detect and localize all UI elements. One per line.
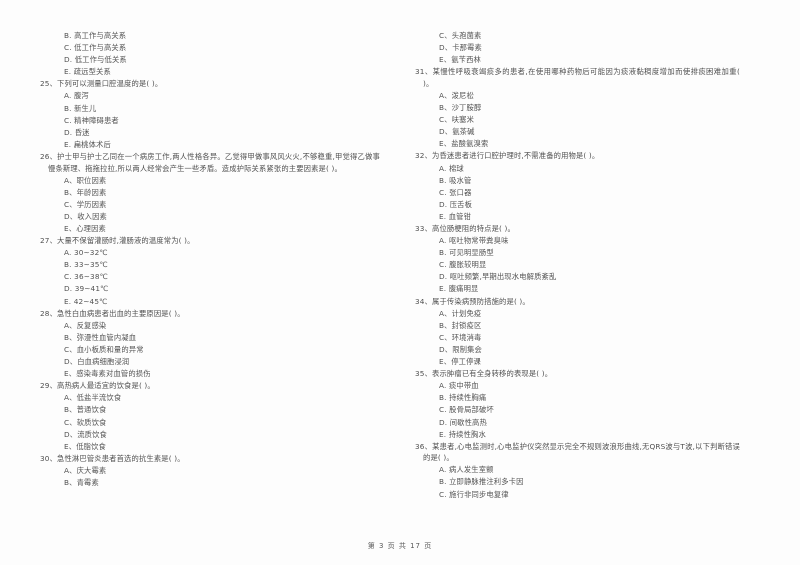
option-item: E、盐酸氨溴索 <box>439 139 489 149</box>
question-stem: 28、急性白血病患者出血的主要原因是( )。 <box>40 308 185 318</box>
question-30: 30、急性淋巴管炎患者首选的抗生素是( )。 A、庆大霉素 B、青霉素 <box>40 453 380 489</box>
option-item: D. 间歇性高热 <box>439 417 487 427</box>
option-item: B. 可见明显肠型 <box>439 248 494 258</box>
option-item: E. 疏远型关系 <box>64 67 111 77</box>
option-item: B、弥漫性血管内凝血 <box>64 332 137 342</box>
left-column: B. 高工作与高关系 C. 低工作与高关系 D. 低工作与低关系 E. 疏远型关… <box>40 30 390 520</box>
option-item: C. 精神障碍患者 <box>64 115 119 125</box>
option-item: C、头孢菌素 <box>439 31 482 40</box>
option-item: A、职位因素 <box>64 175 107 185</box>
option-item: A、庆大霉素 <box>64 465 107 475</box>
question-27: 27、大量不保留灌肠时,灌肠液的温度常为( )。 A. 30~32℃ B. 33… <box>40 235 380 307</box>
option-item: C、学历因素 <box>64 199 107 209</box>
option-item: C. 张口器 <box>439 187 472 197</box>
option-item: E、心理因素 <box>64 224 106 233</box>
option-item: B、普通饮食 <box>64 405 107 415</box>
option-item: D. 39~41℃ <box>64 284 109 294</box>
option-item: D、流质饮食 <box>64 429 108 439</box>
option-item: A. 30~32℃ <box>64 248 108 258</box>
option-item: A. 病人发生室颤 <box>439 465 494 475</box>
option-item: D. 压舌板 <box>439 199 473 209</box>
option-item: E. 持续性胸水 <box>439 429 486 439</box>
question-36: 36、某患者,心电监测时,心电监护仪突然显示完全不规则波浪形曲线,无QRS波与T… <box>415 441 740 500</box>
option-item: C、软质饮食 <box>64 417 107 427</box>
right-column: C、头孢菌素 D、卡那霉素 E、氨苄西林 31、某慢性呼吸衰竭痰多的患者,在使用… <box>390 30 740 520</box>
option-item: C. 股骨局部破坏 <box>439 405 494 415</box>
option-item: E. 腹痛明显 <box>439 284 479 294</box>
option-item: D. 呕吐频繁,早期出现水电解质紊乱 <box>439 272 557 282</box>
option-item: D、限制集会 <box>439 344 483 354</box>
question-35: 35、表示肿瘤已有全身转移的表现是( )。 A. 痰中带血 B. 持续性胸痛 C… <box>415 368 740 440</box>
option-item: A、计划免疫 <box>439 308 482 318</box>
option-item: E. 42~45℃ <box>64 296 108 306</box>
question-32: 32、为昏迷患者进行口腔护理时,不需准备的用物是( )。 A. 棉球 B. 吸水… <box>415 150 740 222</box>
option-item: A. 棉球 <box>439 163 464 173</box>
exam-page: B. 高工作与高关系 C. 低工作与高关系 D. 低工作与低关系 E. 疏远型关… <box>0 0 800 565</box>
option-item: E、低脂饮食 <box>64 441 106 451</box>
option-item: C. 36~38℃ <box>64 272 108 282</box>
question-25: 25、下列可以测量口腔温度的是( )。 A. 腹泻 B. 新生儿 C. 精神障碍… <box>40 78 380 150</box>
option-item: A. 呕吐物常带粪臭味 <box>439 236 509 246</box>
carryover-options-right: C、头孢菌素 D、卡那霉素 E、氨苄西林 <box>415 30 740 66</box>
option-item: C. 腹胀较明显 <box>439 260 487 270</box>
question-stem: 29、高热病人最适宜的饮食是( )。 <box>40 381 155 391</box>
page-columns: B. 高工作与高关系 C. 低工作与高关系 D. 低工作与低关系 E. 疏远型关… <box>0 0 800 520</box>
option-item: A、泼尼松 <box>439 90 474 100</box>
option-item: E、氨苄西林 <box>439 55 481 65</box>
option-item: C、呋塞米 <box>439 115 475 125</box>
page-footer: 第 3 页 共 17 页 <box>367 542 433 550</box>
question-stem: 27、大量不保留灌肠时,灌肠液的温度常为( )。 <box>40 236 195 246</box>
option-item: E. 扁桃体术后 <box>64 139 111 149</box>
option-item: B. 33~35℃ <box>64 260 108 270</box>
option-item: E. 血管钳 <box>439 211 472 221</box>
option-item: B、封锁疫区 <box>439 320 482 330</box>
option-item: D、白血病细胞浸润 <box>64 357 130 367</box>
option-item: B、年龄因素 <box>64 187 107 197</box>
option-item: B. 持续性胸痛 <box>439 393 487 403</box>
question-stem: 30、急性淋巴管炎患者首选的抗生素是( )。 <box>40 453 185 463</box>
option-item: C. 施行非同步电复律 <box>439 489 509 499</box>
option-item: D. 低工作与低关系 <box>64 55 127 65</box>
option-item: C、血小板质和量的异常 <box>64 344 144 354</box>
question-28: 28、急性白血病患者出血的主要原因是( )。 A、反复感染 B、弥漫性血管内凝血… <box>40 308 380 380</box>
question-stem: 33、高位肠梗阻的特点是( )。 <box>415 224 515 233</box>
option-item: B、青霉素 <box>64 477 99 487</box>
option-item: D、氨茶碱 <box>439 127 475 137</box>
option-item: C. 低工作与高关系 <box>64 43 127 53</box>
question-33: 33、高位肠梗阻的特点是( )。 A. 呕吐物常带粪臭味 B. 可见明显肠型 C… <box>415 223 740 295</box>
question-stem: 34、属于传染病预防措施的是( )。 <box>415 296 530 306</box>
question-stem: 32、为昏迷患者进行口腔护理时,不需准备的用物是( )。 <box>415 151 600 161</box>
option-item: D. 昏迷 <box>64 127 90 137</box>
question-stem: 31、某慢性呼吸衰竭痰多的患者,在使用哪种药物后可能因为痰液黏稠度增加而使排痰困… <box>415 67 740 88</box>
carryover-options-left: B. 高工作与高关系 C. 低工作与高关系 D. 低工作与低关系 E. 疏远型关… <box>40 30 380 78</box>
question-31: 31、某慢性呼吸衰竭痰多的患者,在使用哪种药物后可能因为痰液黏稠度增加而使排痰困… <box>415 66 740 150</box>
question-stem: 25、下列可以测量口腔温度的是( )。 <box>40 79 163 89</box>
option-item: D、收入因素 <box>64 211 108 221</box>
option-item: A. 痰中带血 <box>439 381 479 391</box>
question-stem: 36、某患者,心电监测时,心电监护仪突然显示完全不规则波浪形曲线,无QRS波与T… <box>415 441 740 463</box>
option-item: E、停工停课 <box>439 357 481 367</box>
option-item: B、沙丁胺醇 <box>439 103 482 113</box>
question-stem: 26、护士甲与护士乙同在一个病房工作,两人性格各异。乙觉得甲做事风风火火,不够稳… <box>40 151 380 173</box>
option-item: A. 腹泻 <box>64 91 89 101</box>
question-34: 34、属于传染病预防措施的是( )。 A、计划免疫 B、封锁疫区 C、环境消毒 … <box>415 296 740 368</box>
question-stem: 35、表示肿瘤已有全身转移的表现是( )。 <box>415 369 553 379</box>
option-item: A、反复感染 <box>64 320 107 330</box>
option-item: A、低盐半流饮食 <box>64 393 122 403</box>
option-item: B. 立即静脉推注利多卡因 <box>439 477 524 487</box>
option-item: D、卡那霉素 <box>439 43 483 53</box>
option-item: B. 新生儿 <box>64 103 97 113</box>
question-26: 26、护士甲与护士乙同在一个病房工作,两人性格各异。乙觉得甲做事风风火火,不够稳… <box>40 151 380 235</box>
option-item: E、感染毒素对血管的损伤 <box>64 369 151 379</box>
option-item: B. 吸水管 <box>439 175 472 185</box>
question-29: 29、高热病人最适宜的饮食是( )。 A、低盐半流饮食 B、普通饮食 C、软质饮… <box>40 380 380 452</box>
option-item: B. 高工作与高关系 <box>64 31 127 40</box>
option-item: C、环境消毒 <box>439 332 482 342</box>
